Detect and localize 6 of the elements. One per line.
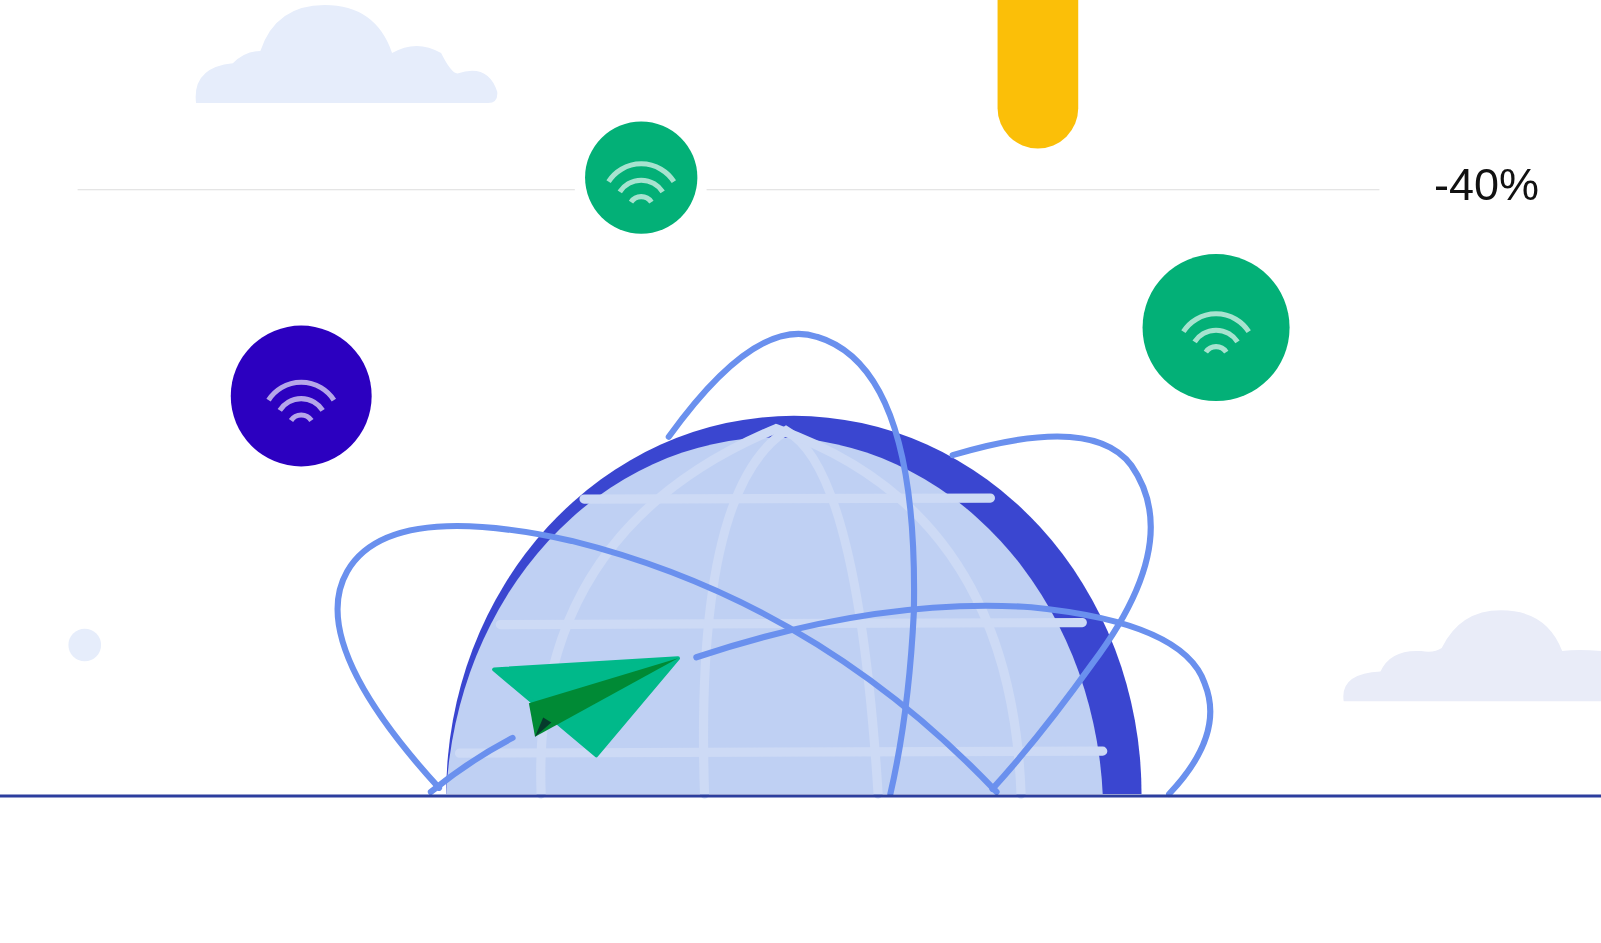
- discount-label: -40%: [1434, 162, 1540, 207]
- dot-drawing: [68, 628, 102, 662]
- wifi-icon: [1142, 254, 1290, 402]
- wifi-icon: [230, 325, 372, 467]
- wifi-icon: [585, 121, 698, 234]
- paper-plane-icon: [492, 656, 680, 758]
